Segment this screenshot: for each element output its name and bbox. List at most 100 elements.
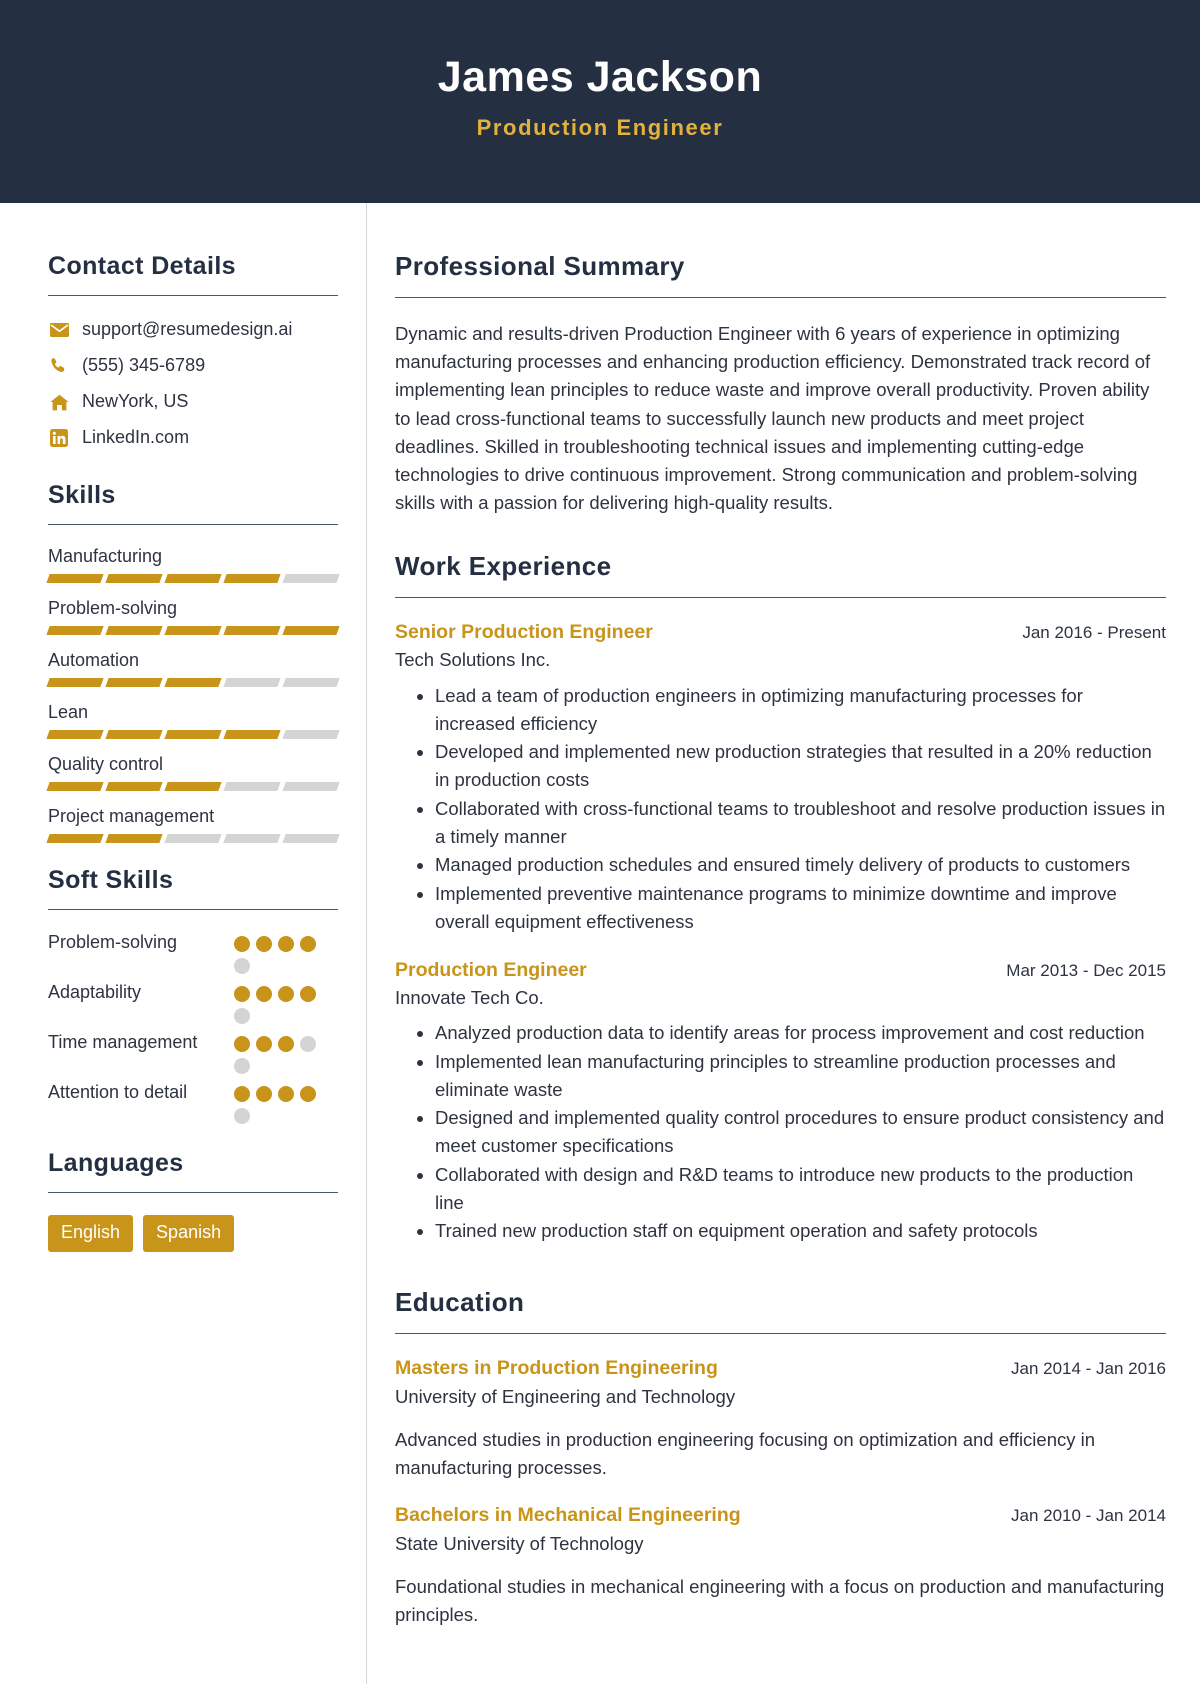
skill-bar-segment — [164, 574, 222, 583]
education-date-range: Jan 2014 - Jan 2016 — [1010, 1359, 1166, 1379]
language-pill-list: English Spanish — [48, 1215, 338, 1252]
rating-dot — [234, 986, 250, 1002]
home-icon — [48, 394, 70, 411]
soft-skill-rating — [234, 930, 326, 974]
sidebar: Contact Details support@resumedesign.ai … — [0, 203, 366, 1684]
skill-label: Problem-solving — [48, 598, 178, 618]
section-education: Education Masters in Production Engineer… — [395, 1287, 1166, 1628]
language-pill: English — [48, 1215, 134, 1252]
job-responsibility-item: Trained new production staff on equipmen… — [435, 1217, 1166, 1245]
contact-item-email[interactable]: support@resumedesign.ai — [48, 318, 338, 342]
skill-bar-segment — [105, 678, 163, 687]
contact-item-phone[interactable]: (555) 345-6789 — [48, 354, 338, 378]
rating-dot — [234, 1058, 250, 1074]
institution-name: State University of Technology — [395, 1532, 644, 1554]
section-divider — [395, 297, 1166, 299]
skill-level-bar — [46, 782, 340, 791]
entry-header: Masters in Production Engineering Jan 201… — [395, 1356, 1166, 1381]
rating-dot — [278, 986, 294, 1002]
job-responsibility-list: Lead a team of production engineers in o… — [395, 682, 1166, 936]
skill-bar-segment — [223, 678, 281, 687]
rating-dot — [300, 986, 316, 1002]
job-responsibility-item: Analyzed production data to identify are… — [435, 1019, 1166, 1047]
soft-skill-rating — [234, 980, 326, 1024]
job-title: Senior Production Engineer — [395, 621, 653, 644]
rating-dot — [234, 936, 250, 952]
contact-item-location[interactable]: NewYork, US — [48, 390, 338, 414]
skill-bar-segment — [46, 834, 104, 843]
skill-bar-segment — [164, 834, 222, 843]
soft-skill-item: Time management — [48, 1030, 338, 1074]
contact-item-linkedin[interactable]: LinkedIn.com — [48, 426, 338, 450]
degree-title: Masters in Production Engineering — [395, 1357, 718, 1380]
skill-bar-segment — [282, 574, 340, 583]
contact-email-value: support@resumedesign.ai — [82, 319, 293, 340]
skill-level-bar — [46, 730, 340, 739]
contact-location-value: NewYork, US — [82, 391, 189, 412]
work-experience-heading: Work Experience — [395, 550, 612, 581]
rating-dot — [234, 958, 250, 974]
main-content: Professional Summary Dynamic and results… — [367, 203, 1200, 1684]
rating-dot — [234, 1108, 250, 1124]
education-entry: Bachelors in Mechanical Engineering Jan 2… — [395, 1503, 1166, 1628]
skill-item: Lean — [46, 699, 340, 739]
skill-item: Problem-solving — [46, 595, 340, 635]
skill-label: Project management — [48, 806, 215, 826]
rating-dot — [300, 1086, 316, 1102]
skill-level-bar — [46, 834, 340, 843]
linkedin-icon — [48, 429, 70, 447]
rating-dot — [278, 1086, 294, 1102]
skill-label: Quality control — [48, 754, 164, 774]
education-description: Foundational studies in mechanical engin… — [395, 1576, 1165, 1625]
skill-label: Automation — [48, 650, 140, 670]
rating-dot — [256, 1036, 272, 1052]
soft-skill-item: Attention to detail — [48, 1080, 338, 1124]
skill-bar-segment — [105, 834, 163, 843]
skills-heading: Skills — [48, 481, 116, 509]
work-experience-entry: Senior Production Engineer Jan 2016 - Pre… — [395, 620, 1166, 935]
skill-bar-segment — [282, 834, 340, 843]
education-entry: Masters in Production Engineering Jan 201… — [395, 1356, 1166, 1481]
rating-dot — [256, 936, 272, 952]
rating-dot — [300, 1036, 316, 1052]
job-responsibility-item: Collaborated with cross-functional teams… — [435, 795, 1166, 851]
entry-header: Senior Production Engineer Jan 2016 - Pre… — [395, 620, 1166, 645]
education-list: Masters in Production Engineering Jan 201… — [395, 1356, 1166, 1628]
skill-bar-segment — [223, 730, 281, 739]
rating-dot — [234, 1008, 250, 1024]
section-divider — [395, 597, 1166, 599]
company-name: Innovate Tech Co. — [395, 986, 544, 1008]
skill-bar-segment — [105, 574, 163, 583]
professional-summary-heading: Professional Summary — [395, 251, 685, 281]
soft-skill-label: Attention to detail — [48, 1082, 188, 1102]
skill-bar-segment — [105, 782, 163, 791]
rating-dot — [256, 1086, 272, 1102]
job-role-subtitle: Production Engineer — [476, 115, 724, 141]
company-name: Tech Solutions Inc. — [395, 649, 551, 671]
resume-body: Contact Details support@resumedesign.ai … — [0, 203, 1200, 1684]
skill-level-bar — [46, 626, 340, 635]
rating-dot — [278, 936, 294, 952]
section-divider — [48, 295, 338, 296]
skill-bar-segment — [46, 782, 104, 791]
resume-header: James Jackson Production Engineer — [0, 0, 1200, 203]
section-professional-summary: Professional Summary Dynamic and results… — [395, 251, 1166, 517]
skill-bar-segment — [164, 730, 222, 739]
job-responsibility-item: Developed and implemented new production… — [435, 738, 1166, 794]
section-languages: Languages English Spanish — [48, 1148, 338, 1252]
skill-bar-segment — [164, 782, 222, 791]
skill-bar-segment — [164, 626, 222, 635]
skill-bar-segment — [282, 782, 340, 791]
rating-dot — [256, 986, 272, 1002]
education-description: Advanced studies in production engineeri… — [395, 1428, 1096, 1478]
language-pill: Spanish — [143, 1215, 235, 1252]
skill-bar-segment — [223, 626, 281, 635]
skill-bar-segment — [282, 626, 340, 635]
professional-summary-text: Dynamic and results-driven Production En… — [395, 323, 1151, 513]
soft-skill-label: Problem-solving — [48, 932, 178, 952]
soft-skills-list: Problem-solving Adaptability Time manageme… — [48, 930, 338, 1124]
rating-dot — [300, 936, 316, 952]
skill-item: Quality control — [46, 751, 340, 791]
skill-bar-segment — [223, 574, 281, 583]
soft-skill-item: Adaptability — [48, 980, 338, 1024]
